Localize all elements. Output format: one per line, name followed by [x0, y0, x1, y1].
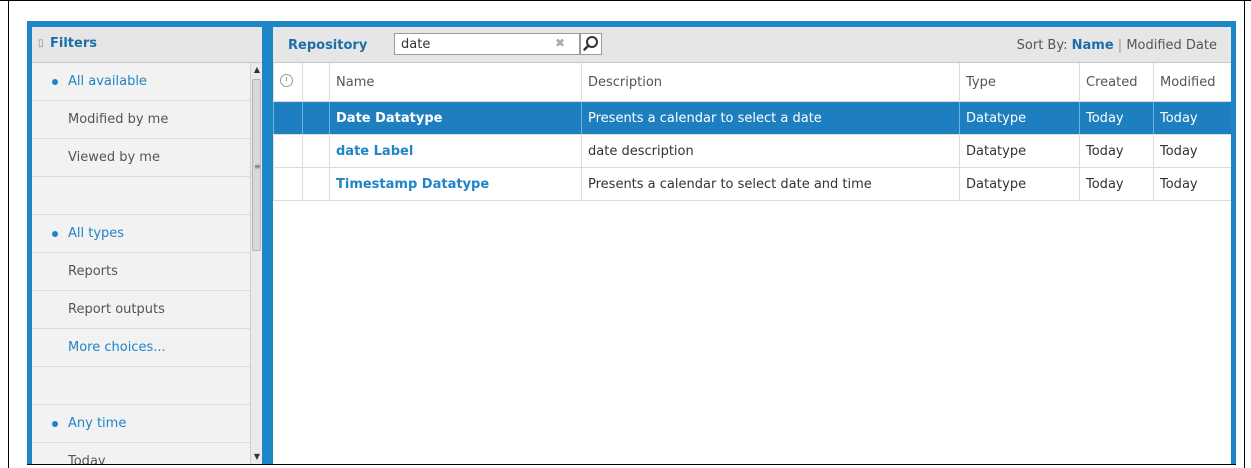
row-name[interactable]: Timestamp Datatype [329, 167, 582, 201]
repository-browser: ▯ Filters All available Modified by me V… [27, 21, 1236, 464]
repository-label: Repository [288, 38, 368, 53]
row-description: date description [581, 134, 960, 168]
row-modified: Today [1153, 167, 1231, 201]
repository-toolbar: Repository ✖ Sort By: Name | Modified Da… [273, 27, 1231, 63]
created-column-header[interactable]: Created [1079, 63, 1154, 102]
filter-viewed-by-me[interactable]: Viewed by me [32, 139, 250, 177]
row-type: Datatype [959, 101, 1080, 135]
row-created: Today [1079, 134, 1154, 168]
row-type: Datatype [959, 167, 1080, 201]
modified-column-header[interactable]: Modified [1153, 63, 1231, 102]
window-right-border [1244, 0, 1245, 468]
scroll-down-arrow-icon[interactable]: ▼ [252, 452, 262, 462]
search-icon [583, 36, 598, 51]
row-name[interactable]: Date Datatype [329, 101, 582, 135]
history-column-header[interactable] [273, 63, 303, 102]
row-modified: Today [1153, 101, 1231, 135]
filter-reports[interactable]: Reports [32, 253, 250, 291]
filter-today[interactable]: Today [32, 443, 250, 464]
sort-by-name-link[interactable]: Name [1072, 38, 1114, 53]
row-history-cell [273, 167, 303, 201]
row-modified: Today [1153, 134, 1231, 168]
row-description: Presents a calendar to select date and t… [581, 167, 960, 201]
scroll-thumb[interactable]: ≡ [252, 79, 261, 251]
row-history-cell [273, 134, 303, 168]
search-box[interactable]: ✖ [394, 33, 580, 55]
filter-modified-by-me[interactable]: Modified by me [32, 101, 250, 139]
scroll-up-arrow-icon[interactable]: ▲ [252, 65, 262, 75]
filter-list: All available Modified by me Viewed by m… [32, 63, 250, 464]
name-column-header[interactable]: Name [329, 63, 582, 102]
table-row[interactable]: date Label date description Datatype Tod… [273, 134, 1231, 168]
row-description: Presents a calendar to select a date [581, 101, 960, 135]
window-top-border [0, 0, 1251, 1]
filter-report-outputs[interactable]: Report outputs [32, 291, 250, 329]
sidebar-scrollbar[interactable]: ▲ ≡ ▼ [250, 63, 262, 464]
results-table: Name Description Type Created Modified D… [273, 63, 1231, 201]
search-button[interactable] [580, 33, 602, 55]
filter-any-time[interactable]: Any time [32, 405, 250, 443]
row-marker-cell [302, 101, 330, 135]
more-choices-link[interactable]: More choices... [32, 329, 250, 367]
sort-by-modified-date-link[interactable]: Modified Date [1126, 38, 1217, 53]
row-history-cell [273, 101, 303, 135]
row-marker-cell [302, 167, 330, 201]
filter-all-available[interactable]: All available [32, 63, 250, 101]
frame-bottom-border [27, 464, 1236, 465]
description-column-header[interactable]: Description [581, 63, 960, 102]
clock-icon [280, 73, 293, 87]
row-created: Today [1079, 167, 1154, 201]
marker-column-header [302, 63, 330, 102]
row-marker-cell [302, 134, 330, 168]
filter-group-divider [32, 367, 250, 405]
row-name[interactable]: date Label [329, 134, 582, 168]
window-left-border [8, 0, 9, 468]
repository-panel: Repository ✖ Sort By: Name | Modified Da… [273, 27, 1231, 464]
clear-search-icon[interactable]: ✖ [555, 36, 565, 50]
sort-separator: | [1117, 38, 1123, 53]
table-row[interactable]: Date Datatype Presents a calendar to sel… [273, 101, 1231, 135]
scroll-grip-icon: ≡ [254, 162, 261, 171]
row-created: Today [1079, 101, 1154, 135]
row-type: Datatype [959, 134, 1080, 168]
sort-by-label: Sort By: [1016, 38, 1068, 53]
table-row[interactable]: Timestamp Datatype Presents a calendar t… [273, 167, 1231, 201]
filters-header[interactable]: ▯ Filters [32, 27, 262, 63]
filter-all-types[interactable]: All types [32, 215, 250, 253]
table-header-row: Name Description Type Created Modified [273, 63, 1231, 102]
type-column-header[interactable]: Type [959, 63, 1080, 102]
collapse-panel-icon[interactable]: ▯ [38, 38, 44, 49]
search-input[interactable] [401, 35, 546, 53]
filters-title: Filters [50, 36, 97, 51]
filter-group-divider [32, 177, 250, 215]
filters-panel: ▯ Filters All available Modified by me V… [32, 27, 262, 464]
sort-by-control: Sort By: Name | Modified Date [1017, 38, 1217, 53]
